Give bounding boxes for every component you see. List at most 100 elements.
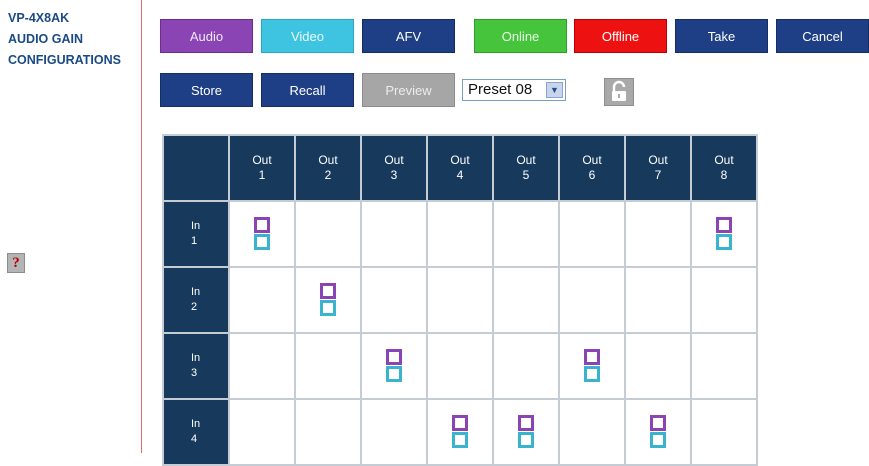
- preset-value: Preset 08: [468, 81, 533, 98]
- output-number: 2: [324, 168, 332, 182]
- crosspoint-in4-out4[interactable]: [428, 400, 492, 464]
- crosspoint-in4-out8[interactable]: [692, 400, 756, 464]
- input-header-3: In 3: [164, 334, 228, 398]
- route-marker: [584, 349, 600, 383]
- audio-route-icon: [320, 283, 336, 299]
- output-number: 5: [522, 168, 530, 182]
- input-label: In: [191, 220, 201, 232]
- input-label: In: [191, 286, 201, 298]
- crosspoint-in2-out8[interactable]: [692, 268, 756, 332]
- video-route-icon: [584, 366, 600, 382]
- video-route-icon: [254, 234, 270, 250]
- audio-button[interactable]: Audio: [160, 19, 253, 53]
- route-marker: [452, 415, 468, 449]
- route-marker: [716, 217, 732, 251]
- section-subtitle: CONFIGURATIONS: [8, 53, 121, 67]
- crosspoint-in1-out2[interactable]: [296, 202, 360, 266]
- route-marker: [386, 349, 402, 383]
- input-number: 3: [191, 367, 198, 379]
- crosspoint-in3-out2[interactable]: [296, 334, 360, 398]
- device-model: VP-4X8AK: [8, 11, 70, 25]
- crosspoint-in4-out3[interactable]: [362, 400, 426, 464]
- input-header-2: In 2: [164, 268, 228, 332]
- crosspoint-in1-out6[interactable]: [560, 202, 624, 266]
- crosspoint-in2-out6[interactable]: [560, 268, 624, 332]
- video-route-icon: [650, 432, 666, 448]
- offline-button[interactable]: Offline: [574, 19, 667, 53]
- crosspoint-in4-out2[interactable]: [296, 400, 360, 464]
- audio-route-icon: [584, 349, 600, 365]
- output-label: Out: [318, 153, 338, 167]
- crosspoint-in2-out4[interactable]: [428, 268, 492, 332]
- video-route-icon: [452, 432, 468, 448]
- crosspoint-in4-out7[interactable]: [626, 400, 690, 464]
- output-label: Out: [714, 153, 734, 167]
- crosspoint-in3-out6[interactable]: [560, 334, 624, 398]
- output-header-5: Out 5: [494, 136, 558, 200]
- online-button[interactable]: Online: [474, 19, 567, 53]
- preview-button[interactable]: Preview: [362, 73, 455, 107]
- crosspoint-in4-out1[interactable]: [230, 400, 294, 464]
- preset-select[interactable]: Preset 08 ▼: [462, 79, 566, 101]
- crosspoint-in2-out1[interactable]: [230, 268, 294, 332]
- input-header-1: In 1: [164, 202, 228, 266]
- crosspoint-in4-out5[interactable]: [494, 400, 558, 464]
- take-button[interactable]: Take: [675, 19, 768, 53]
- crosspoint-in1-out7[interactable]: [626, 202, 690, 266]
- routing-matrix: Out 1 Out 2 Out 3 Out 4 Out 5 Out 6 Out 7 Out 8 In 1 In 2 In…: [162, 134, 758, 466]
- output-number: 8: [720, 168, 728, 182]
- crosspoint-in2-out5[interactable]: [494, 268, 558, 332]
- crosspoint-in1-out3[interactable]: [362, 202, 426, 266]
- output-header-8: Out 8: [692, 136, 756, 200]
- help-icon[interactable]: ?: [7, 253, 25, 273]
- output-number: 6: [588, 168, 596, 182]
- audio-route-icon: [254, 217, 270, 233]
- input-number: 4: [191, 433, 198, 445]
- output-label: Out: [450, 153, 470, 167]
- route-marker: [518, 415, 534, 449]
- crosspoint-in1-out5[interactable]: [494, 202, 558, 266]
- crosspoint-in1-out8[interactable]: [692, 202, 756, 266]
- video-route-icon: [518, 432, 534, 448]
- output-header-4: Out 4: [428, 136, 492, 200]
- afv-button[interactable]: AFV: [362, 19, 455, 53]
- route-marker: [254, 217, 270, 251]
- cancel-button[interactable]: Cancel: [776, 19, 869, 53]
- crosspoint-in1-out4[interactable]: [428, 202, 492, 266]
- crosspoint-in2-out2[interactable]: [296, 268, 360, 332]
- crosspoint-in3-out1[interactable]: [230, 334, 294, 398]
- output-label: Out: [384, 153, 404, 167]
- audio-route-icon: [452, 415, 468, 431]
- chevron-down-icon[interactable]: ▼: [546, 82, 563, 98]
- unlock-icon[interactable]: [604, 78, 634, 106]
- crosspoint-in2-out7[interactable]: [626, 268, 690, 332]
- output-header-1: Out 1: [230, 136, 294, 200]
- sidebar-divider: [141, 0, 142, 453]
- crosspoint-in4-out6[interactable]: [560, 400, 624, 464]
- output-header-2: Out 2: [296, 136, 360, 200]
- video-route-icon: [716, 234, 732, 250]
- input-number: 2: [191, 301, 198, 313]
- crosspoint-in3-out5[interactable]: [494, 334, 558, 398]
- input-header-4: In 4: [164, 400, 228, 464]
- store-button[interactable]: Store: [160, 73, 253, 107]
- video-route-icon: [386, 366, 402, 382]
- input-label: In: [191, 418, 201, 430]
- device-title: VP-4X8AK AUDIO GAIN CONFIGURATIONS: [8, 8, 138, 71]
- output-label: Out: [582, 153, 602, 167]
- crosspoint-in3-out8[interactable]: [692, 334, 756, 398]
- crosspoint-in1-out1[interactable]: [230, 202, 294, 266]
- audio-route-icon: [650, 415, 666, 431]
- output-header-6: Out 6: [560, 136, 624, 200]
- crosspoint-in2-out3[interactable]: [362, 268, 426, 332]
- crosspoint-in3-out4[interactable]: [428, 334, 492, 398]
- output-label: Out: [252, 153, 272, 167]
- output-number: 7: [654, 168, 662, 182]
- video-button[interactable]: Video: [261, 19, 354, 53]
- section-name: AUDIO GAIN: [8, 32, 83, 46]
- audio-route-icon: [716, 217, 732, 233]
- output-label: Out: [516, 153, 536, 167]
- crosspoint-in3-out3[interactable]: [362, 334, 426, 398]
- recall-button[interactable]: Recall: [261, 73, 354, 107]
- crosspoint-in3-out7[interactable]: [626, 334, 690, 398]
